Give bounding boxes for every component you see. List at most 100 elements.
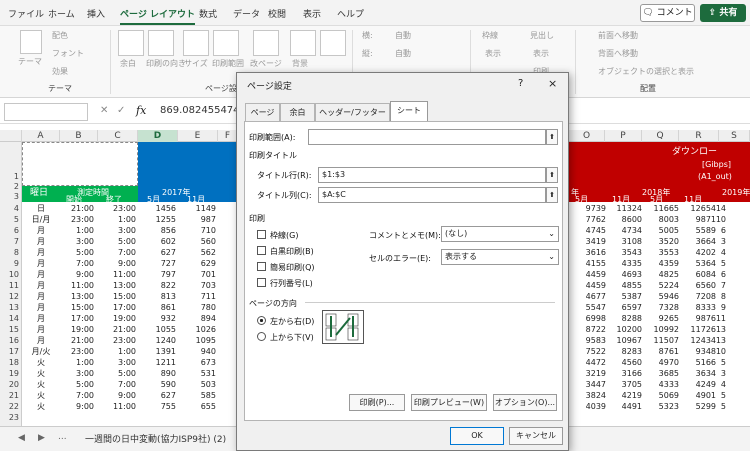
rowcol-checkbox[interactable]: [257, 278, 266, 287]
col-header-a[interactable]: A: [22, 130, 60, 142]
cancel-icon[interactable]: ✕: [100, 105, 108, 116]
name-box[interactable]: [4, 103, 88, 121]
table-cell[interactable]: 7:00: [100, 248, 136, 257]
table-cell[interactable]: 13: [706, 325, 726, 334]
table-cell[interactable]: 火: [24, 391, 58, 400]
row-header[interactable]: 8: [0, 248, 22, 257]
menu-data[interactable]: データ: [233, 7, 260, 20]
table-cell[interactable]: 890: [138, 369, 176, 378]
table-cell[interactable]: 3543: [608, 248, 642, 257]
table-cell[interactable]: 3447: [572, 380, 606, 389]
print-preview-button[interactable]: 印刷プレビュー(W): [411, 394, 487, 411]
table-cell[interactable]: 月: [24, 226, 58, 235]
print-area-button[interactable]: 印刷範囲: [212, 58, 244, 69]
row-header[interactable]: 13: [0, 303, 22, 312]
table-cell[interactable]: 5323: [645, 402, 679, 411]
table-cell[interactable]: 21:00: [100, 325, 136, 334]
table-cell[interactable]: 8288: [608, 314, 642, 323]
table-cell[interactable]: 3: [706, 237, 726, 246]
table-cell[interactable]: 7522: [572, 347, 606, 356]
table-cell[interactable]: 13: [706, 336, 726, 345]
table-cell[interactable]: 10200: [608, 325, 642, 334]
order-down-radio[interactable]: [257, 316, 266, 325]
table-cell[interactable]: 14: [706, 204, 726, 213]
table-cell[interactable]: 4335: [608, 259, 642, 268]
table-cell[interactable]: 5224: [645, 281, 679, 290]
row-header[interactable]: 5: [0, 215, 22, 224]
table-cell[interactable]: 560: [178, 237, 216, 246]
margins-button[interactable]: 余白: [120, 58, 136, 69]
table-cell[interactable]: 4491: [608, 402, 642, 411]
table-cell[interactable]: 月: [24, 292, 58, 301]
table-cell[interactable]: 727: [138, 259, 176, 268]
table-cell[interactable]: 3:00: [60, 237, 94, 246]
title-rows-collapse-icon[interactable]: ⬆: [546, 167, 558, 183]
table-cell[interactable]: 11:00: [60, 281, 94, 290]
table-cell[interactable]: 4155: [572, 259, 606, 268]
print-area-collapse-icon[interactable]: ⬆: [546, 129, 558, 145]
table-cell[interactable]: 8: [706, 292, 726, 301]
table-cell[interactable]: 13:00: [60, 292, 94, 301]
print-area-icon[interactable]: [213, 30, 239, 56]
share-button[interactable]: ⇪ 共有: [700, 4, 746, 22]
table-cell[interactable]: 503: [178, 380, 216, 389]
table-cell[interactable]: 7328: [645, 303, 679, 312]
print-area-input[interactable]: [308, 129, 546, 145]
col-header-b[interactable]: B: [60, 130, 98, 142]
table-cell[interactable]: 8003: [645, 215, 679, 224]
table-cell[interactable]: 月: [24, 303, 58, 312]
table-cell[interactable]: 月: [24, 336, 58, 345]
row-header[interactable]: 15: [0, 325, 22, 334]
table-cell[interactable]: 1211: [138, 358, 176, 367]
table-cell[interactable]: 5:00: [60, 248, 94, 257]
table-cell[interactable]: 5387: [608, 292, 642, 301]
table-cell[interactable]: 23:00: [60, 215, 94, 224]
table-cell[interactable]: 6998: [572, 314, 606, 323]
row-header[interactable]: 23: [0, 413, 22, 422]
headings-view[interactable]: 表示: [533, 48, 549, 59]
table-cell[interactable]: 4825: [645, 270, 679, 279]
errors-select[interactable]: 表示する ⌄: [441, 249, 559, 265]
fx-icon[interactable]: fx: [136, 104, 146, 117]
table-cell[interactable]: 9:00: [60, 270, 94, 279]
table-cell[interactable]: 6: [706, 226, 726, 235]
sheet-tab[interactable]: 一週間の日中変動(協力ISP9社) (2): [85, 432, 226, 445]
table-cell[interactable]: 6597: [608, 303, 642, 312]
menu-page-layout[interactable]: ページ レイアウト: [120, 7, 195, 25]
background-icon[interactable]: [290, 30, 316, 56]
col-header-e[interactable]: E: [178, 130, 218, 142]
menu-file[interactable]: ファイル: [8, 7, 44, 20]
table-cell[interactable]: 4: [706, 248, 726, 257]
menu-insert[interactable]: 挿入: [87, 7, 105, 20]
row-header[interactable]: 2: [0, 182, 22, 191]
tab-next-icon[interactable]: ▶: [38, 433, 45, 443]
breaks-icon[interactable]: [253, 30, 279, 56]
table-cell[interactable]: 5: [706, 402, 726, 411]
breaks-button[interactable]: 改ページ: [250, 58, 282, 69]
table-cell[interactable]: 火: [24, 358, 58, 367]
table-cell[interactable]: 940: [178, 347, 216, 356]
table-cell[interactable]: 755: [138, 402, 176, 411]
table-cell[interactable]: 4219: [608, 391, 642, 400]
row-header[interactable]: 10: [0, 270, 22, 279]
size-button[interactable]: サイズ: [184, 58, 208, 69]
table-cell[interactable]: 日: [24, 204, 58, 213]
tab-sheet[interactable]: シート: [390, 101, 428, 122]
table-cell[interactable]: 4359: [645, 259, 679, 268]
table-cell[interactable]: 8722: [572, 325, 606, 334]
table-cell[interactable]: 3: [706, 369, 726, 378]
table-cell[interactable]: 1:00: [60, 226, 94, 235]
table-cell[interactable]: 4970: [645, 358, 679, 367]
tab-prev-icon[interactable]: ◀: [18, 433, 25, 443]
table-cell[interactable]: 861: [138, 303, 176, 312]
table-cell[interactable]: 4333: [645, 380, 679, 389]
table-cell[interactable]: 3520: [645, 237, 679, 246]
table-cell[interactable]: 5547: [572, 303, 606, 312]
table-cell[interactable]: 627: [138, 391, 176, 400]
table-cell[interactable]: 月: [24, 248, 58, 257]
options-button[interactable]: オプション(O)...: [493, 394, 557, 411]
table-cell[interactable]: 4734: [608, 226, 642, 235]
table-cell[interactable]: 3616: [572, 248, 606, 257]
table-cell[interactable]: 1456: [138, 204, 176, 213]
col-header-d[interactable]: D: [138, 130, 178, 142]
